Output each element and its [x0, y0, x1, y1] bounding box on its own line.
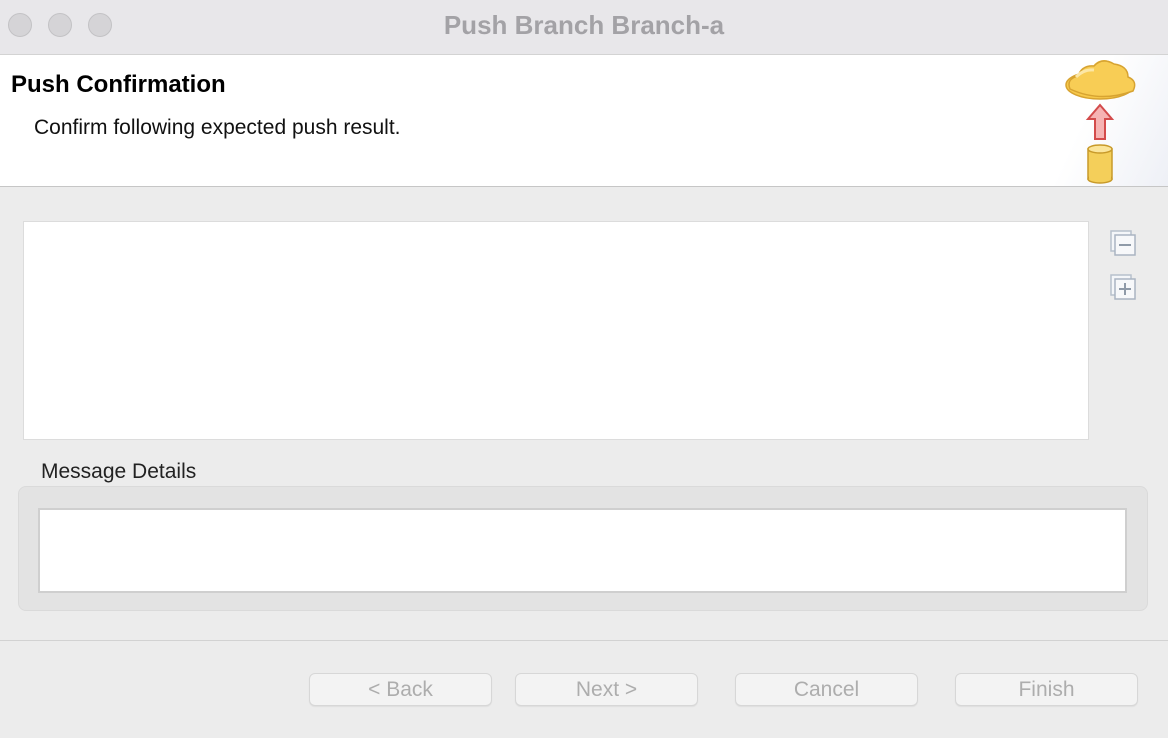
- button-bar-separator: [0, 640, 1168, 641]
- wizard-banner: Push Confirmation Confirm following expe…: [0, 55, 1168, 187]
- message-details-text[interactable]: [38, 508, 1127, 593]
- back-button[interactable]: < Back: [309, 673, 492, 706]
- page-description: Confirm following expected push result.: [34, 116, 401, 139]
- window-title: Push Branch Branch-a: [443, 10, 725, 40]
- cloud-upload-icon: [1065, 60, 1136, 184]
- page-title: Push Confirmation: [11, 71, 226, 98]
- upload-arrow-shape: [1085, 103, 1115, 140]
- message-details-label: Message Details: [41, 460, 197, 483]
- collapse-all-icon[interactable]: [1108, 228, 1138, 258]
- next-button[interactable]: Next >: [515, 673, 698, 706]
- cancel-button[interactable]: Cancel: [735, 673, 918, 706]
- cloud-shape: [1065, 60, 1136, 100]
- push-results-tree[interactable]: [23, 221, 1089, 440]
- title-bar: Push Branch Branch-a: [0, 0, 1168, 55]
- expand-all-icon[interactable]: [1108, 272, 1138, 302]
- finish-button[interactable]: Finish: [955, 673, 1138, 706]
- repository-cylinder-shape: [1087, 144, 1113, 184]
